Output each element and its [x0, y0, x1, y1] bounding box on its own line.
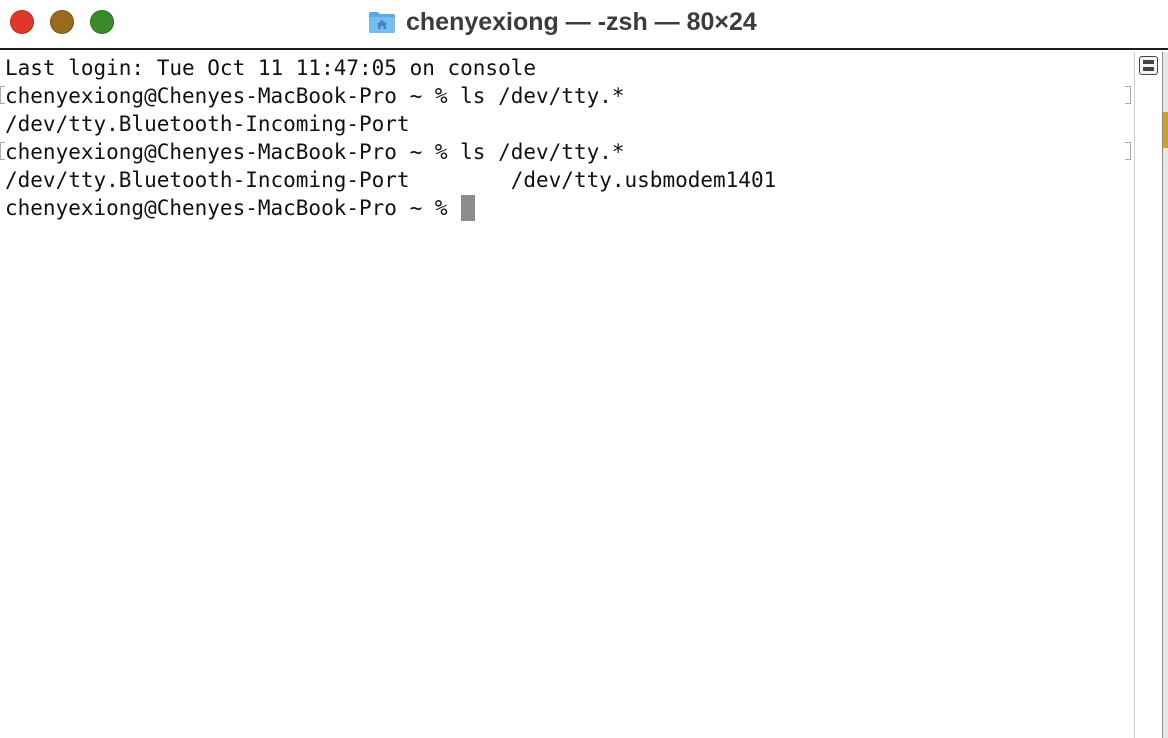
split-pane-icon-lower: [1143, 67, 1154, 71]
window-title-text: chenyexiong — -zsh — 80×24: [406, 7, 757, 36]
command-mark-right: [1125, 142, 1131, 160]
split-pane-icon: [1143, 60, 1154, 64]
terminal-line-text: chenyexiong@Chenyes-MacBook-Pro ~ % ls /…: [5, 84, 625, 108]
minimize-button[interactable]: [50, 10, 74, 34]
terminal-prompt-line[interactable]: chenyexiong@Chenyes-MacBook-Pro ~ %: [5, 194, 1134, 222]
scrollbar-area[interactable]: [1134, 52, 1162, 738]
text-cursor: [461, 194, 476, 221]
split-pane-button[interactable]: [1139, 56, 1158, 75]
terminal-line-text: chenyexiong@Chenyes-MacBook-Pro ~ % ls /…: [5, 140, 625, 164]
home-folder-icon: [369, 12, 395, 33]
terminal-line: chenyexiong@Chenyes-MacBook-Pro ~ % ls /…: [0, 138, 1134, 166]
terminal-line: /dev/tty.Bluetooth-Incoming-Port: [5, 110, 1134, 138]
title-bar[interactable]: chenyexiong — -zsh — 80×24: [0, 0, 1168, 50]
command-mark-right: [1125, 86, 1131, 104]
terminal-line-text: /dev/tty.Bluetooth-Incoming-Port: [5, 112, 410, 136]
terminal-line: chenyexiong@Chenyes-MacBook-Pro ~ % ls /…: [0, 82, 1134, 110]
command-mark-left: [0, 142, 5, 160]
terminal-line: /dev/tty.Bluetooth-Incoming-Port /dev/tt…: [5, 166, 1134, 194]
terminal-line-text: Last login: Tue Oct 11 11:47:05 on conso…: [5, 56, 537, 80]
terminal-output[interactable]: Last login: Tue Oct 11 11:47:05 on conso…: [0, 54, 1134, 738]
command-mark-left: [0, 86, 5, 104]
terminal-window: chenyexiong — -zsh — 80×24 Last login: T…: [0, 0, 1168, 738]
background-window-accent: [1163, 112, 1168, 148]
terminal-line-text: /dev/tty.Bluetooth-Incoming-Port /dev/tt…: [5, 168, 777, 192]
terminal-prompt: chenyexiong@Chenyes-MacBook-Pro ~ %: [5, 196, 461, 220]
background-window-edge: [1162, 52, 1168, 738]
close-button[interactable]: [10, 10, 34, 34]
zoom-button[interactable]: [90, 10, 114, 34]
window-title: chenyexiong — -zsh — 80×24: [368, 7, 757, 37]
terminal-line: Last login: Tue Oct 11 11:47:05 on conso…: [5, 54, 1134, 82]
